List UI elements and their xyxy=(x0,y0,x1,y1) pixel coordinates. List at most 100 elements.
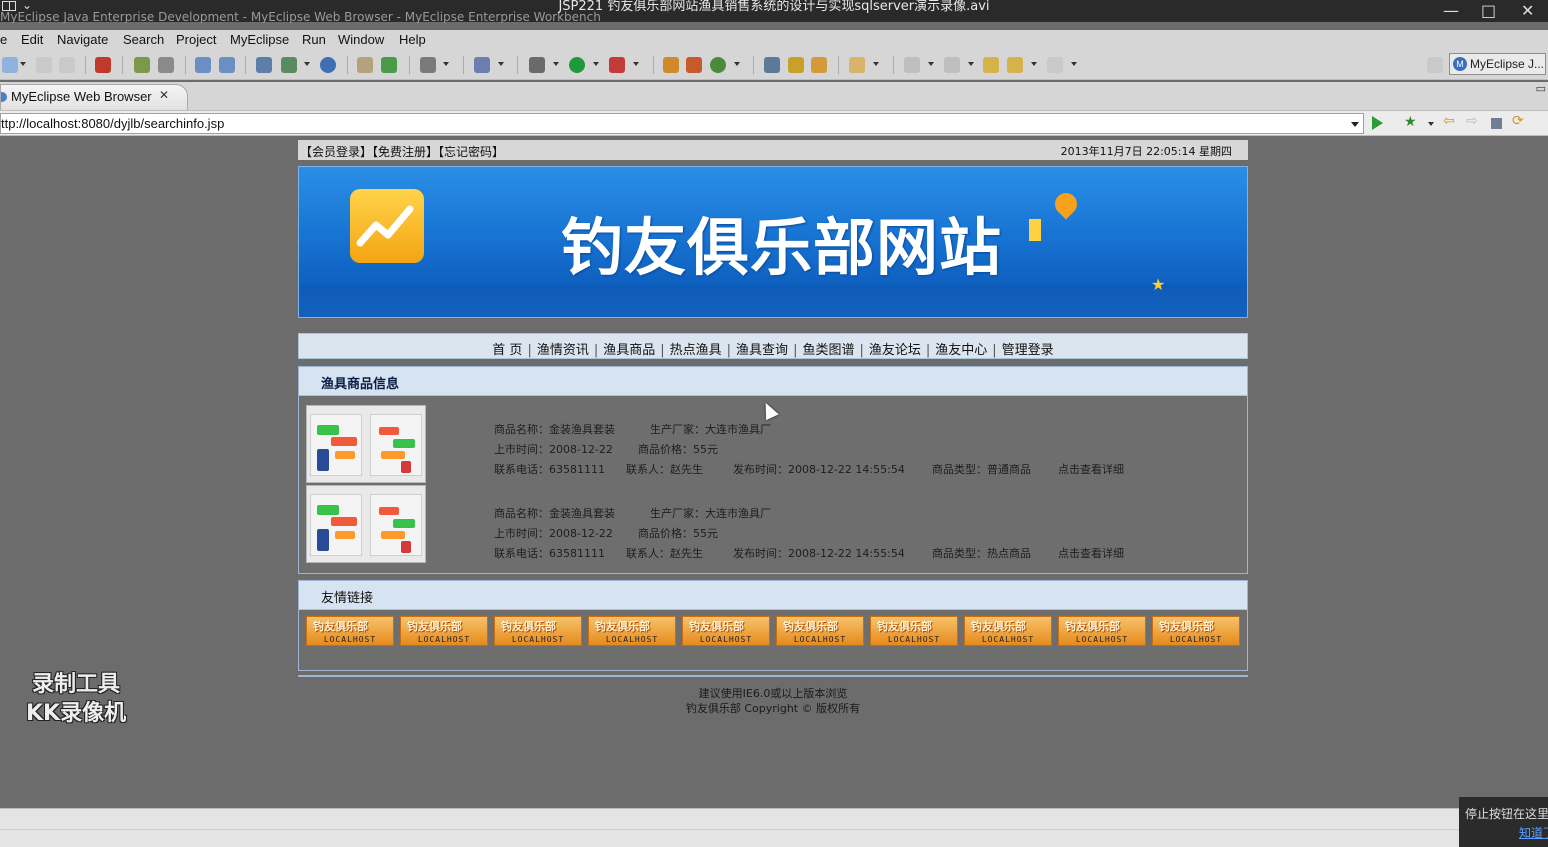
run-icon[interactable] xyxy=(569,57,585,73)
pen-icon[interactable] xyxy=(788,57,804,73)
nav-forum[interactable]: 渔友论坛 xyxy=(869,343,921,358)
camera-dropdown-icon[interactable] xyxy=(443,62,449,66)
nav-products[interactable]: 渔具商品 xyxy=(603,343,655,358)
profile-dropdown-icon[interactable] xyxy=(633,62,639,66)
popup-dismiss-link[interactable]: 知道了 xyxy=(1519,824,1548,841)
friend-link-badge[interactable]: 钓友俱乐部 LOCALHOST xyxy=(964,616,1052,646)
nav-member-center[interactable]: 渔友中心 xyxy=(935,343,987,358)
menu-myeclipse[interactable]: MyEclipse xyxy=(230,32,289,47)
camera-icon[interactable] xyxy=(420,57,436,73)
deploy-icon[interactable] xyxy=(134,57,150,73)
run-dropdown-icon[interactable] xyxy=(593,62,599,66)
product-detail-link[interactable]: 点击查看详细 xyxy=(1058,544,1124,564)
minimize-view-icon[interactable]: ▭ xyxy=(1536,82,1546,95)
menu-navigate[interactable]: Navigate xyxy=(57,32,108,47)
product-image[interactable] xyxy=(306,405,426,483)
open-type-icon[interactable] xyxy=(195,57,211,73)
go-icon[interactable] xyxy=(1372,116,1383,130)
folder-icon[interactable] xyxy=(357,57,373,73)
nav-separator: | xyxy=(793,343,798,358)
products-section: 渔具商品信息 商品名称：金装渔具套装 生产厂家：大连市渔具厂 上市时间：2008… xyxy=(298,366,1248,574)
wizard-icon[interactable] xyxy=(256,57,272,73)
package-icon[interactable] xyxy=(95,57,111,73)
nav-fishing-news[interactable]: 渔情资讯 xyxy=(537,343,589,358)
bookmark-star-icon[interactable]: ★ xyxy=(1404,114,1418,130)
browser-forward-icon[interactable]: ⇨ xyxy=(1466,113,1480,129)
new-dropdown-icon[interactable] xyxy=(20,62,26,66)
friend-link-badge[interactable]: 钓友俱乐部 LOCALHOST xyxy=(400,616,488,646)
profile-icon[interactable] xyxy=(609,57,625,73)
open-perspective-dialog-icon[interactable] xyxy=(1427,57,1443,73)
marker-icon[interactable] xyxy=(811,57,827,73)
debug-dropdown-icon[interactable] xyxy=(553,62,559,66)
new-package-icon[interactable] xyxy=(686,57,702,73)
refresh-project-icon[interactable] xyxy=(381,57,397,73)
menu-project[interactable]: Project xyxy=(176,32,216,47)
tools-dropdown-icon[interactable] xyxy=(498,62,504,66)
maximize-button[interactable]: □ xyxy=(1481,0,1496,22)
save-icon[interactable] xyxy=(36,57,52,73)
friend-link-badge[interactable]: 钓友俱乐部 LOCALHOST xyxy=(494,616,582,646)
browser-back-icon[interactable]: ⇦ xyxy=(1443,113,1457,129)
export-dropdown-icon[interactable] xyxy=(304,62,310,66)
print-icon[interactable] xyxy=(59,57,75,73)
menu-help[interactable]: Help xyxy=(399,32,426,47)
nav-home[interactable]: 首 页 xyxy=(492,343,522,358)
refresh-icon[interactable]: ⟳ xyxy=(1512,113,1526,129)
friend-link-badge[interactable]: 钓友俱乐部 LOCALHOST xyxy=(682,616,770,646)
friend-link-badge[interactable]: 钓友俱乐部 LOCALHOST xyxy=(306,616,394,646)
menu-run[interactable]: Run xyxy=(302,32,326,47)
product-detail-link[interactable]: 点击查看详细 xyxy=(1058,460,1124,480)
nav-fish-atlas[interactable]: 鱼类图谱 xyxy=(802,343,854,358)
debug-icon[interactable] xyxy=(529,57,545,73)
stop-icon[interactable] xyxy=(1491,118,1502,129)
last-edit-icon[interactable] xyxy=(983,57,999,73)
sync-dropdown-icon[interactable] xyxy=(734,62,740,66)
back-dropdown-icon[interactable] xyxy=(1031,62,1037,66)
tools-icon[interactable] xyxy=(474,57,490,73)
friend-link-badge[interactable]: 钓友俱乐部 LOCALHOST xyxy=(1152,616,1240,646)
friend-link-sub: LOCALHOST xyxy=(511,635,565,644)
tab-web-browser[interactable]: MyEclipse Web Browser ✕ xyxy=(0,84,188,110)
export-icon[interactable] xyxy=(281,57,297,73)
friend-link-sub: LOCALHOST xyxy=(699,635,753,644)
friend-link-badge[interactable]: 钓友俱乐部 LOCALHOST xyxy=(588,616,676,646)
nav-admin-login[interactable]: 管理登录 xyxy=(1002,343,1054,358)
nav-hot-gear[interactable]: 热点渔具 xyxy=(670,343,722,358)
minimize-button[interactable]: — xyxy=(1443,0,1459,22)
url-input[interactable]: ttp://localhost:8080/dyjlb/searchinfo.js… xyxy=(0,113,1364,134)
url-history-dropdown-icon[interactable] xyxy=(1351,122,1359,127)
friend-link-badge[interactable]: 钓友俱乐部 LOCALHOST xyxy=(870,616,958,646)
menu-search[interactable]: Search xyxy=(123,32,164,47)
open-folder-dropdown-icon[interactable] xyxy=(873,62,879,66)
friend-link-badge[interactable]: 钓友俱乐部 LOCALHOST xyxy=(776,616,864,646)
sync-icon[interactable] xyxy=(710,57,726,73)
open-folder-icon[interactable] xyxy=(849,57,865,73)
friend-link-badge[interactable]: 钓友俱乐部 LOCALHOST xyxy=(1058,616,1146,646)
shield-badge-icon xyxy=(1050,188,1082,220)
globe-icon[interactable] xyxy=(320,57,336,73)
forward-icon[interactable] xyxy=(1047,57,1063,73)
browser-viewport: 【会员登录】【免费注册】【忘记密码】 2013年11月7日 22:05:14 星… xyxy=(0,137,1548,808)
forward-dropdown-icon[interactable] xyxy=(1071,62,1077,66)
new-icon[interactable] xyxy=(2,57,18,73)
menu-window[interactable]: Window xyxy=(338,32,384,47)
new-class-icon[interactable] xyxy=(663,57,679,73)
nav-gear-search[interactable]: 渔具查询 xyxy=(736,343,788,358)
close-tab-icon[interactable]: ✕ xyxy=(159,88,169,102)
next-annotation-dropdown-icon[interactable] xyxy=(928,62,934,66)
close-window-button[interactable]: ✕ xyxy=(1521,0,1534,22)
back-icon[interactable] xyxy=(1007,57,1023,73)
prev-annotation-icon[interactable] xyxy=(944,57,960,73)
menu-edit[interactable]: Edit xyxy=(21,32,43,47)
server-icon[interactable] xyxy=(158,57,174,73)
next-annotation-icon[interactable] xyxy=(904,57,920,73)
search-icon[interactable] xyxy=(219,57,235,73)
account-links[interactable]: 【会员登录】【免费注册】【忘记密码】 xyxy=(300,143,504,160)
menu-file[interactable]: e xyxy=(0,32,7,47)
open-perspective-icon[interactable] xyxy=(764,57,780,73)
bookmark-dropdown-icon[interactable] xyxy=(1428,122,1434,126)
prev-annotation-dropdown-icon[interactable] xyxy=(968,62,974,66)
product-image[interactable] xyxy=(306,485,426,563)
perspective-button[interactable]: M MyEclipse J... xyxy=(1449,53,1546,75)
